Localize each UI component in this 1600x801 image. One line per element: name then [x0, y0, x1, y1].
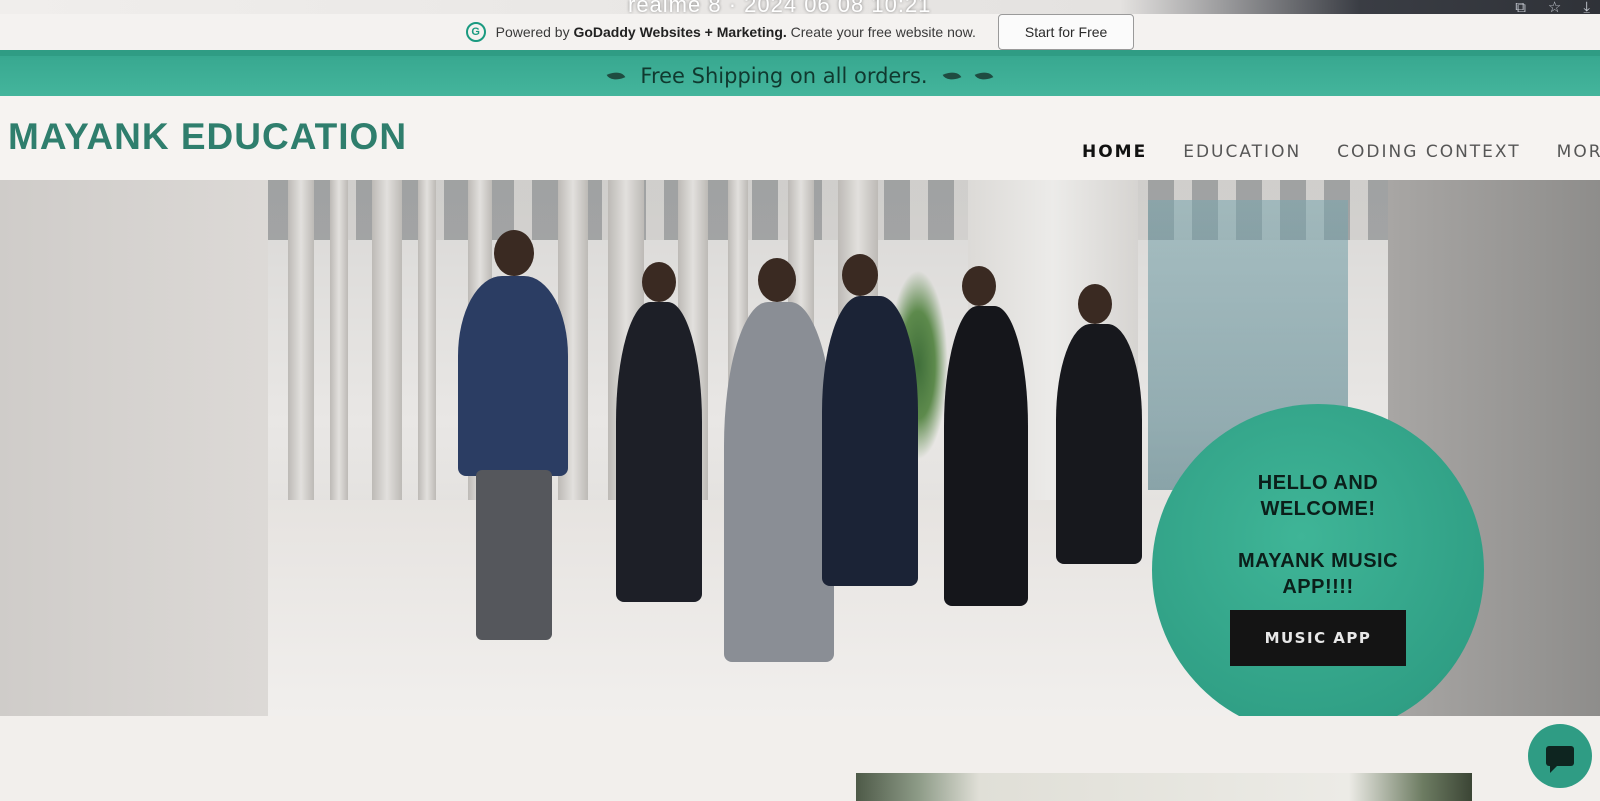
person-figure — [458, 276, 568, 476]
shipping-text: Free Shipping on all orders. — [640, 64, 928, 88]
person-head — [1078, 284, 1112, 324]
nav-item-coding-context[interactable]: CODING CONTEXT — [1337, 142, 1520, 162]
nav-item-education[interactable]: EDUCATION — [1183, 142, 1301, 162]
hero-left-panel — [0, 180, 280, 716]
chat-icon — [1546, 746, 1574, 773]
powered-by-prefix: Powered by — [495, 24, 570, 40]
chat-button[interactable] — [1528, 724, 1592, 788]
site-logo-text[interactable]: MAYANK EDUCATION — [8, 116, 407, 158]
person-figure — [724, 302, 834, 662]
photo-pillar — [418, 180, 436, 500]
welcome-subheading-line2: APP!!!! — [1282, 576, 1354, 598]
person-figure — [616, 302, 702, 602]
person-head — [494, 230, 534, 276]
welcome-subheading-line1: MAYANK MUSIC — [1237, 550, 1399, 572]
leaf-icon — [942, 68, 961, 84]
photo-pillar — [372, 180, 402, 500]
leaf-icon — [607, 68, 626, 84]
person-head — [758, 258, 796, 302]
music-app-button[interactable]: MUSIC APP — [1230, 610, 1406, 666]
section-image — [856, 773, 1472, 801]
welcome-circle: HELLO AND WELCOME! MAYANK MUSIC APP!!!! … — [1152, 404, 1484, 736]
welcome-heading-line2: WELCOME! — [1260, 498, 1376, 520]
site-header: MAYANK EDUCATION HOME EDUCATION CODING C… — [0, 96, 1600, 180]
person-figure — [476, 470, 552, 640]
nav-item-home[interactable]: HOME — [1082, 142, 1147, 162]
welcome-spacer — [1152, 522, 1484, 548]
nav-item-more[interactable]: MORE — [1557, 142, 1600, 162]
photo-pillar — [288, 180, 314, 500]
powered-by-text: Powered by GoDaddy Websites + Marketing.… — [496, 24, 976, 40]
person-head — [842, 254, 878, 296]
page: realme 8 · 2024 06 08 10:21 ⧉ ☆ ⤓ G Powe… — [0, 0, 1600, 801]
powered-by-brand: GoDaddy Websites + Marketing. — [573, 24, 787, 40]
person-figure — [1056, 324, 1142, 564]
godaddy-logo-icon: G — [465, 22, 486, 42]
person-figure — [822, 296, 918, 586]
leaf-icon — [974, 68, 993, 84]
person-figure — [944, 306, 1028, 606]
person-head — [962, 266, 996, 306]
person-head — [642, 262, 676, 302]
powered-by-bar: G Powered by GoDaddy Websites + Marketin… — [0, 14, 1600, 50]
welcome-heading-line1: HELLO AND — [1257, 472, 1379, 494]
shipping-banner: Free Shipping on all orders. — [0, 50, 1600, 96]
photo-pillar — [330, 180, 348, 500]
powered-by-suffix: Create your free website now. — [790, 24, 976, 40]
start-for-free-button[interactable]: Start for Free — [997, 14, 1135, 50]
main-nav: HOME EDUCATION CODING CONTEXT MORE — [1082, 142, 1600, 162]
